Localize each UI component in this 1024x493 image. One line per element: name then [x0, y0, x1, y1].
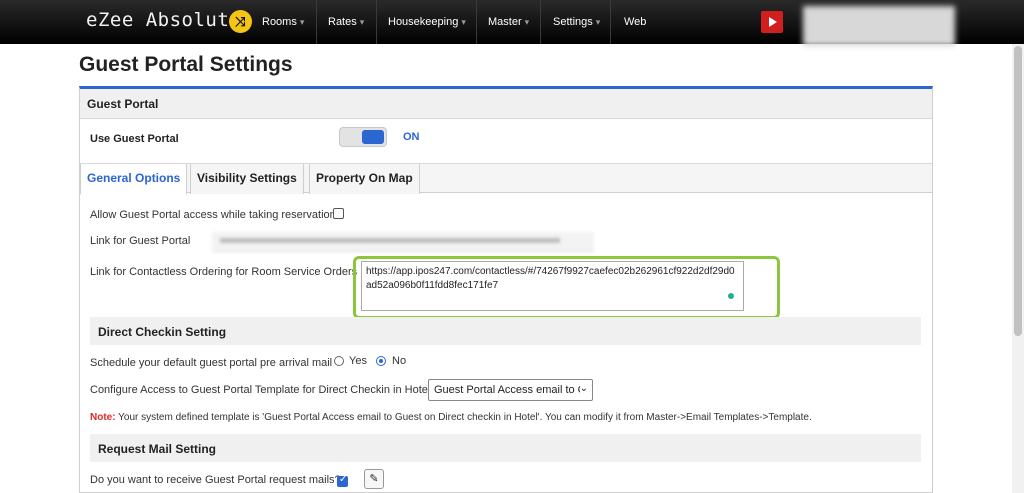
- nav-master[interactable]: Master ▾: [488, 0, 529, 44]
- page-title: Guest Portal Settings: [79, 53, 293, 76]
- shuffle-icon[interactable]: ⤨: [229, 10, 252, 33]
- receive-mails-label: Do you want to receive Guest Portal requ…: [90, 474, 341, 486]
- schedule-yes-label[interactable]: Yes: [349, 355, 367, 367]
- brand-logo[interactable]: eZee Absolute: [86, 9, 241, 31]
- request-mail-heading: Request Mail Setting: [90, 434, 921, 462]
- chevron-down-icon: ⌄: [579, 383, 588, 394]
- top-navbar: eZee Absolute ⤨ Rooms ▾ Rates ▾ Housekeepi…: [0, 0, 1024, 46]
- tab-visibility-settings[interactable]: Visibility Settings: [190, 164, 304, 194]
- template-select[interactable]: Guest Portal Access email to C ⌄: [428, 379, 593, 401]
- status-dot-icon: [728, 293, 734, 299]
- pencil-icon[interactable]: ✎: [364, 469, 384, 489]
- schedule-mail-label: Schedule your default guest portal pre a…: [90, 357, 333, 369]
- nav-settings[interactable]: Settings ▾: [553, 0, 600, 44]
- youtube-icon[interactable]: [761, 11, 783, 33]
- scrollbar-thumb[interactable]: [1014, 46, 1022, 336]
- guest-portal-link-blurred[interactable]: [212, 232, 594, 252]
- nav-housekeeping[interactable]: Housekeeping ▾: [388, 0, 466, 44]
- nav-divider: [476, 0, 477, 44]
- contactless-link-label: Link for Contactless Ordering for Room S…: [90, 266, 358, 278]
- tab-property-on-map[interactable]: Property On Map: [309, 164, 420, 194]
- panel-title: Guest Portal: [80, 89, 932, 119]
- nav-divider: [376, 0, 377, 44]
- use-guest-portal-toggle[interactable]: [339, 127, 387, 147]
- nav-rates[interactable]: Rates ▾: [328, 0, 364, 44]
- schedule-yes-radio[interactable]: [334, 356, 344, 366]
- toggle-state-label: ON: [403, 131, 420, 143]
- guest-portal-panel: Guest Portal Use Guest Portal ON General…: [79, 86, 933, 493]
- user-info-blurred[interactable]: [803, 6, 955, 46]
- nav-divider: [316, 0, 317, 44]
- template-note: Note: Your system defined template is 'G…: [90, 412, 812, 423]
- settings-tabs: General Options Visibility Settings Prop…: [80, 163, 932, 195]
- use-guest-portal-label: Use Guest Portal: [90, 133, 179, 145]
- nav-web[interactable]: Web: [624, 0, 646, 44]
- configure-template-label: Configure Access to Guest Portal Templat…: [90, 384, 431, 396]
- allow-access-checkbox[interactable]: [333, 208, 344, 219]
- allow-access-label: Allow Guest Portal access while taking r…: [90, 209, 336, 221]
- schedule-no-label[interactable]: No: [392, 355, 406, 367]
- direct-checkin-heading: Direct Checkin Setting: [90, 317, 921, 345]
- contactless-link-field[interactable]: https://app.ipos247.com/contactless/#/74…: [361, 261, 744, 311]
- receive-mails-checkbox[interactable]: [337, 474, 348, 487]
- toggle-knob: [362, 130, 384, 144]
- nav-divider: [540, 0, 541, 44]
- guest-portal-link-label: Link for Guest Portal: [90, 235, 191, 247]
- schedule-no-radio[interactable]: [376, 356, 386, 366]
- nav-divider: [610, 0, 611, 44]
- nav-rooms[interactable]: Rooms ▾: [262, 0, 304, 44]
- tab-general-options[interactable]: General Options: [80, 164, 188, 195]
